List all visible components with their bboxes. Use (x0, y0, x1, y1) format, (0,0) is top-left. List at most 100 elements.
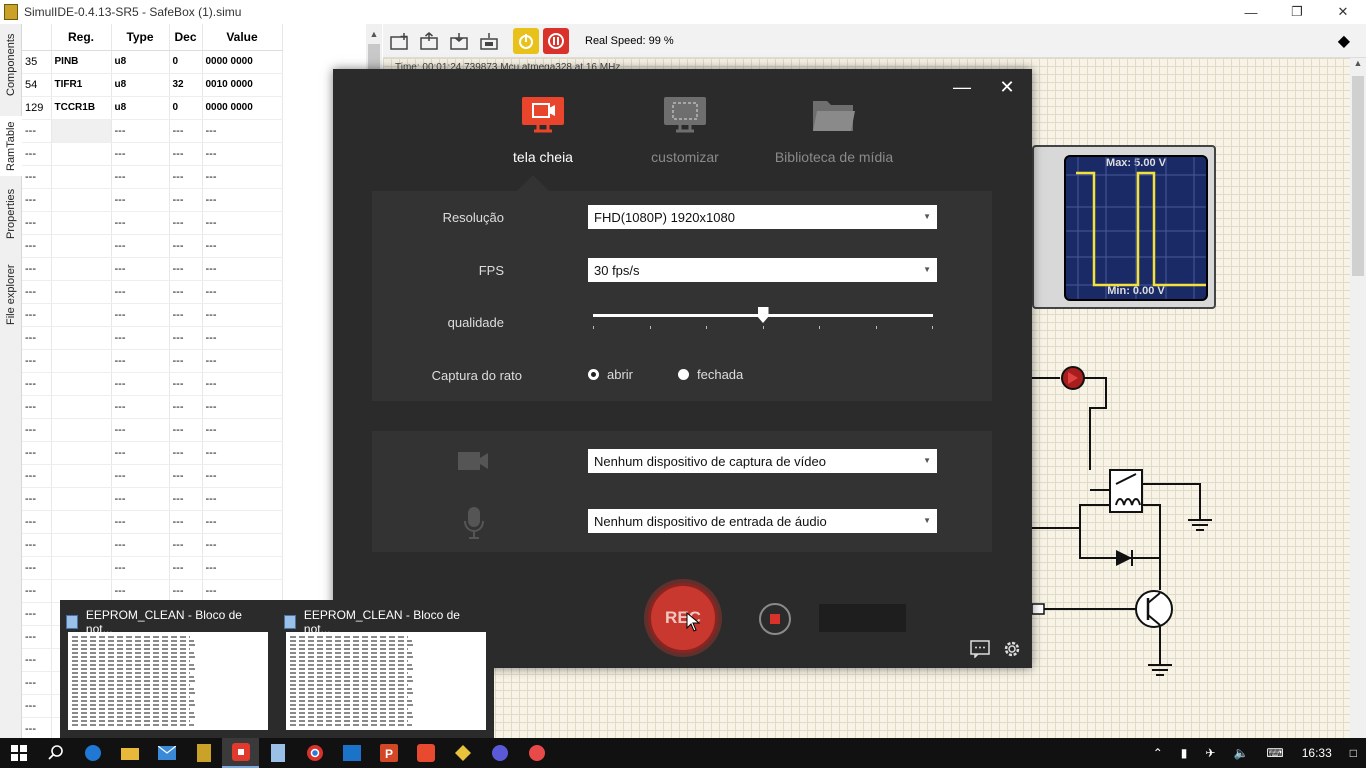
relay-component[interactable] (1109, 469, 1143, 513)
cell-type[interactable]: u8 (111, 50, 170, 74)
audio-device-select[interactable]: Nenhum dispositivo de entrada de áudio ▼ (588, 509, 937, 533)
chrome-icon[interactable] (296, 738, 333, 768)
cell-addr[interactable]: 35 (22, 50, 52, 74)
game-icon[interactable] (518, 738, 555, 768)
cell-type[interactable]: --- (111, 165, 170, 189)
cell-value[interactable]: --- (202, 510, 283, 534)
cell-reg[interactable] (51, 142, 112, 166)
cell-addr[interactable]: --- (22, 441, 52, 465)
scroll-up-icon[interactable]: ▲ (1350, 58, 1366, 76)
table-row-empty[interactable]: ------------ (22, 349, 283, 373)
gear-icon[interactable] (1002, 639, 1022, 662)
column-header-value[interactable]: Value (202, 24, 283, 51)
cell-dec[interactable]: --- (169, 280, 203, 304)
cell-type[interactable]: --- (111, 464, 170, 488)
table-row-empty[interactable]: ------------ (22, 487, 283, 511)
cell-reg[interactable] (51, 395, 112, 419)
cell-dec[interactable]: --- (169, 533, 203, 557)
cell-dec[interactable]: --- (169, 188, 203, 212)
cell-reg[interactable] (51, 234, 112, 258)
cell-type[interactable]: --- (111, 510, 170, 534)
cell-dec[interactable]: --- (169, 372, 203, 396)
cell-dec[interactable]: --- (169, 349, 203, 373)
cell-dec[interactable]: --- (169, 510, 203, 534)
cell-dec[interactable]: --- (169, 142, 203, 166)
cell-addr[interactable]: --- (22, 119, 52, 143)
cell-value[interactable]: --- (202, 556, 283, 580)
cell-reg[interactable] (51, 510, 112, 534)
cell-type[interactable]: --- (111, 234, 170, 258)
media-icon[interactable] (481, 738, 518, 768)
column-header-reg[interactable]: Reg. (51, 24, 112, 51)
cell-reg[interactable] (51, 372, 112, 396)
table-row-empty[interactable]: ------------ (22, 441, 283, 465)
cell-type[interactable]: --- (111, 487, 170, 511)
cell-addr[interactable]: --- (22, 211, 52, 235)
scroll-up-icon[interactable]: ▲ (366, 24, 382, 44)
tab-media-library[interactable]: Biblioteca de mídia (763, 95, 905, 165)
arduino-icon[interactable] (444, 738, 481, 768)
cell-type[interactable]: u8 (111, 73, 170, 97)
open-circuit-icon[interactable] (417, 28, 443, 54)
cell-type[interactable]: --- (111, 418, 170, 442)
table-row-empty[interactable]: ------------ (22, 142, 283, 166)
cell-type[interactable]: --- (111, 556, 170, 580)
radio-dot[interactable] (588, 369, 599, 380)
table-row-empty[interactable]: ------------ (22, 303, 283, 327)
close-icon[interactable]: ✕ (992, 75, 1022, 99)
mail-icon[interactable] (148, 738, 185, 768)
transistor-component[interactable] (1135, 590, 1173, 628)
search-icon[interactable] (37, 738, 74, 768)
cell-value[interactable]: --- (202, 487, 283, 511)
table-row-empty[interactable]: ------------ (22, 119, 283, 143)
resolution-select[interactable]: FHD(1080P) 1920x1080 ▼ (588, 205, 937, 229)
cell-reg[interactable] (51, 556, 112, 580)
table-row-empty[interactable]: ------------ (22, 533, 283, 557)
radio-abrir[interactable]: abrir (588, 367, 633, 382)
cell-dec[interactable]: 32 (169, 73, 203, 97)
clock[interactable]: 16:33 (1293, 746, 1341, 760)
tab-file-explorer[interactable]: File explorer (0, 260, 22, 330)
cell-addr[interactable]: --- (22, 234, 52, 258)
cell-value[interactable]: --- (202, 464, 283, 488)
cell-reg[interactable] (51, 303, 112, 327)
window-preview[interactable]: EEPROM_CLEAN - Bloco de not... (278, 600, 488, 738)
cell-addr[interactable]: --- (22, 694, 52, 718)
table-row-empty[interactable]: ------------ (22, 464, 283, 488)
column-header-type[interactable]: Type (111, 24, 170, 51)
cell-value[interactable]: --- (202, 188, 283, 212)
cell-type[interactable]: --- (111, 395, 170, 419)
column-header-dec[interactable]: Dec (169, 24, 203, 51)
file-explorer-icon[interactable] (111, 738, 148, 768)
cell-type[interactable]: --- (111, 142, 170, 166)
canvas-scrollbar[interactable]: ▲ (1350, 58, 1366, 738)
cell-addr[interactable]: --- (22, 418, 52, 442)
cell-addr[interactable]: 54 (22, 73, 52, 97)
cell-reg[interactable] (51, 188, 112, 212)
cell-addr[interactable]: --- (22, 602, 52, 626)
volume-icon[interactable]: 🔈 (1224, 746, 1257, 760)
record-button[interactable]: REC (648, 583, 718, 653)
cell-dec[interactable]: --- (169, 234, 203, 258)
table-row-empty[interactable]: ------------ (22, 211, 283, 235)
cell-dec[interactable]: --- (169, 257, 203, 281)
cell-addr[interactable]: --- (22, 533, 52, 557)
fps-select[interactable]: 30 fps/s ▼ (588, 258, 937, 282)
recorder-icon[interactable] (222, 738, 259, 768)
save-circuit-icon[interactable] (447, 28, 473, 54)
cell-addr[interactable]: --- (22, 395, 52, 419)
cell-dec[interactable]: --- (169, 556, 203, 580)
cell-value[interactable]: --- (202, 280, 283, 304)
close-icon[interactable]: ✕ (1320, 0, 1366, 24)
cell-reg[interactable] (51, 464, 112, 488)
table-row-empty[interactable]: ------------ (22, 510, 283, 534)
table-row-empty[interactable]: ------------ (22, 188, 283, 212)
cell-dec[interactable]: --- (169, 119, 203, 143)
cell-value[interactable]: 0000 0000 (202, 96, 283, 120)
tab-fullscreen[interactable]: tela cheia (493, 95, 593, 165)
cell-reg[interactable] (51, 418, 112, 442)
notepad-icon[interactable] (259, 738, 296, 768)
table-row-empty[interactable]: ------------ (22, 418, 283, 442)
cell-type[interactable]: u8 (111, 96, 170, 120)
radio-fechada[interactable]: fechada (678, 367, 743, 382)
